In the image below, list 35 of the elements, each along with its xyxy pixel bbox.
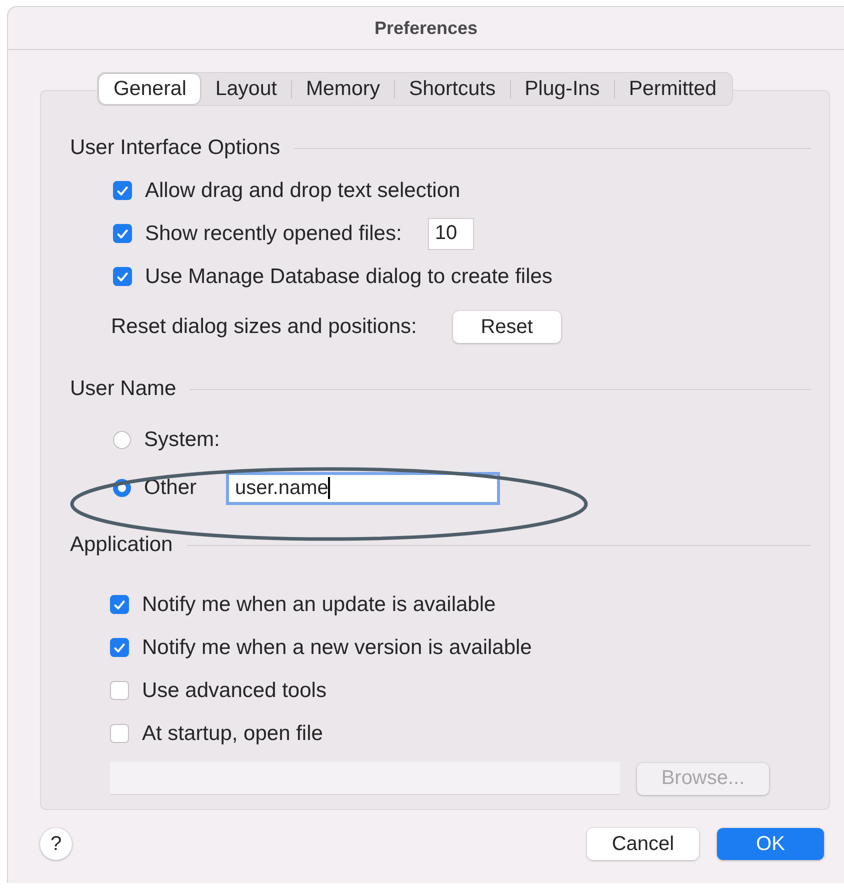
reset-button[interactable]: Reset — [452, 311, 561, 343]
reset-label: Reset dialog sizes and positions: — [111, 315, 417, 339]
tab[interactable]: Plug-Ins — [510, 74, 614, 104]
checkbox-label: Allow drag and drop text selection — [145, 178, 460, 202]
name-field[interactable]: user.name — [226, 472, 500, 504]
checkbox-label: Notify me when a new version is available — [142, 636, 532, 660]
tab[interactable]: Shortcuts — [394, 74, 510, 104]
section-heading: User Interface Options — [70, 136, 280, 160]
number-field[interactable]: 10 — [428, 218, 474, 250]
tab[interactable]: General — [99, 74, 200, 104]
checkbox[interactable] — [110, 595, 129, 614]
checkbox-label: Show recently opened files: — [145, 222, 402, 246]
section-heading: Application — [70, 533, 173, 557]
checkbox-label: Notify me when an update is available — [142, 592, 496, 616]
radio-label: Other — [144, 476, 198, 500]
checkbox[interactable] — [110, 681, 129, 700]
checkbox[interactable] — [110, 638, 129, 657]
checkbox[interactable] — [113, 224, 132, 243]
radio-label: System: — [144, 428, 221, 452]
checkbox-label: Use advanced tools — [142, 678, 326, 702]
checkbox-label: At startup, open file — [142, 722, 323, 746]
help-button[interactable]: ? — [40, 828, 72, 860]
radio-button[interactable] — [113, 431, 131, 449]
checkbox[interactable] — [110, 724, 129, 743]
checkbox-label: Use Manage Database dialog to create files — [145, 264, 552, 288]
section-heading: User Name — [70, 377, 176, 401]
tab[interactable]: Permitted — [614, 74, 731, 104]
tab[interactable]: Memory — [292, 74, 394, 104]
window-title: Preferences — [374, 18, 478, 38]
file-path-field[interactable] — [110, 762, 620, 795]
tab[interactable]: Layout — [201, 74, 291, 104]
dialog-button[interactable]: Cancel — [587, 828, 699, 860]
checkbox[interactable] — [113, 267, 132, 286]
dialog-button[interactable]: OK — [717, 828, 824, 860]
checkbox[interactable] — [113, 181, 132, 200]
